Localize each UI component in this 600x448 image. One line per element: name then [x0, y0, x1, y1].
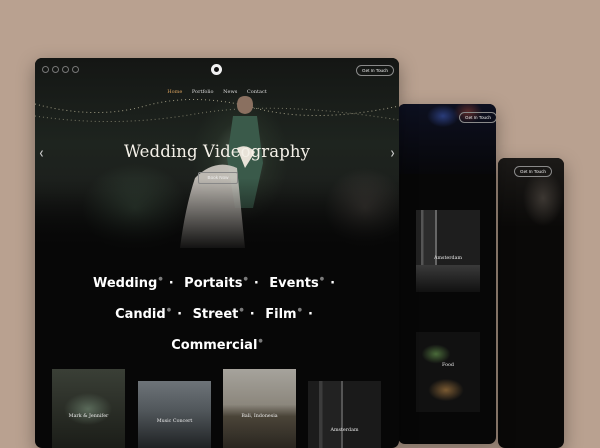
nav-home[interactable]: Home — [167, 89, 182, 95]
category-street[interactable]: Street — [193, 307, 239, 322]
category-portaits[interactable]: Portaits — [184, 276, 242, 291]
hero-fade — [35, 178, 399, 253]
get-in-touch-button[interactable]: Get In Touch — [459, 112, 496, 123]
book-now-button[interactable]: Book Now — [198, 172, 238, 184]
portfolio-tile[interactable]: Music Concert — [138, 381, 211, 448]
nav-contact[interactable]: Contact — [247, 89, 267, 95]
category-events[interactable]: Events — [269, 276, 318, 291]
tile-caption: Music Concert — [156, 419, 193, 424]
category-commercial[interactable]: Commercial — [171, 338, 257, 353]
main-nav: Home Portfolio News Contact — [35, 89, 399, 95]
tile-caption: Bali, Indonesia — [241, 414, 278, 419]
portfolio-tile[interactable]: Mark & Jennifer — [52, 369, 125, 448]
category-candid[interactable]: Candid — [115, 307, 166, 322]
portfolio-tile[interactable]: Food — [416, 332, 480, 412]
browser-window-back: Get In Touch — [498, 158, 564, 448]
category-wedding[interactable]: Wedding — [93, 276, 157, 291]
twitter-icon[interactable] — [62, 66, 69, 73]
tile-caption: Amsterdam — [330, 428, 359, 433]
nav-portfolio[interactable]: Portfolio — [192, 89, 214, 95]
instagram-icon[interactable] — [52, 66, 59, 73]
camera-logo-icon[interactable] — [211, 64, 222, 75]
browser-window-front: Get In Touch Home Portfolio News Contact… — [35, 58, 399, 448]
portfolio-tile[interactable]: Amsterdam — [308, 381, 381, 448]
category-list: Wedding● · Portaits● · Events● · Candid● · S… — [92, 276, 336, 353]
browser-window-middle: Get In Touch Amsterdam Food — [398, 104, 496, 444]
portfolio-tile[interactable]: Amsterdam — [416, 210, 480, 292]
tile-photo — [416, 265, 480, 292]
get-in-touch-button[interactable]: Get In Touch — [514, 166, 552, 177]
facebook-icon[interactable] — [42, 66, 49, 73]
tile-caption: Amsterdam — [433, 256, 462, 261]
tile-caption: Food — [442, 363, 454, 368]
social-links — [42, 66, 79, 73]
nav-news[interactable]: News — [223, 89, 237, 95]
hero-title: Wedding Videography — [123, 142, 311, 161]
youtube-icon[interactable] — [72, 66, 79, 73]
portfolio-tile[interactable]: Bali, Indonesia — [223, 369, 296, 448]
tile-caption: Mark & Jennifer — [68, 414, 109, 419]
get-in-touch-button[interactable]: Get In Touch — [356, 65, 394, 76]
category-film[interactable]: Film — [265, 307, 296, 322]
